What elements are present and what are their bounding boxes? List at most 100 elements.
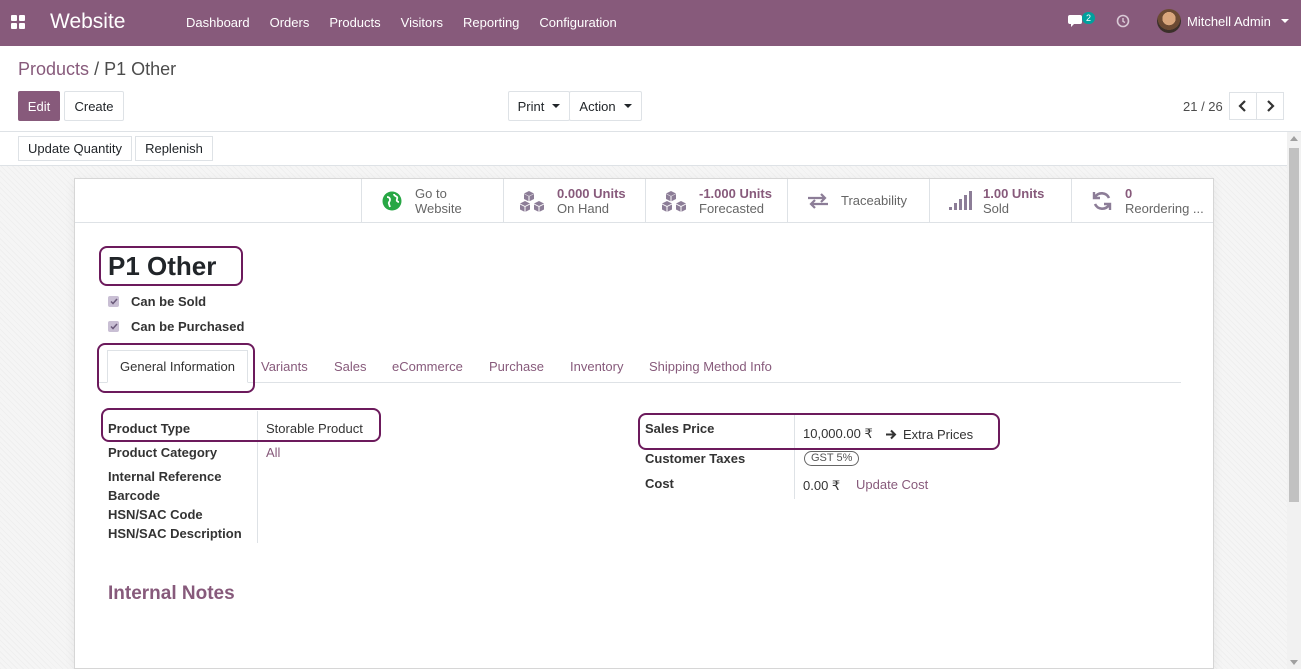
website-line2: Website (415, 200, 462, 216)
sales-price-field[interactable]: 10,000.00 ₹ (803, 426, 873, 442)
chevron-down-icon (623, 104, 632, 108)
can-be-purchased-label: Can be Purchased (131, 319, 245, 334)
arrow-right-icon (886, 429, 897, 440)
forecasted-button[interactable]: -1.000 Units Forecasted (645, 179, 787, 222)
tabs-divider (99, 382, 1181, 383)
globe-icon (382, 191, 402, 210)
customer-taxes-label: Customer Taxes (645, 451, 746, 466)
breadcrumb-products[interactable]: Products (18, 59, 89, 79)
user-menu[interactable]: Mitchell Admin (1157, 9, 1289, 33)
clock-icon (1116, 14, 1130, 28)
refresh-icon (1092, 191, 1112, 210)
cost-label: Cost (645, 476, 674, 491)
tab-general-information[interactable]: General Information (107, 350, 248, 383)
replenish-button[interactable]: Replenish (135, 136, 213, 161)
chevron-down-icon (1280, 19, 1289, 23)
user-name: Mitchell Admin (1187, 13, 1271, 29)
can-be-sold-label: Can be Sold (131, 294, 207, 309)
cubes-icon (520, 190, 544, 212)
menu-item-reporting[interactable]: Reporting (463, 15, 519, 30)
tab-variants[interactable]: Variants (261, 359, 308, 374)
product-category-field[interactable]: All (266, 445, 280, 460)
hsn-code-label: HSN/SAC Code (108, 507, 203, 522)
pager-next-button[interactable] (1256, 92, 1284, 120)
reordering-value: 0 (1125, 185, 1133, 201)
messaging-button[interactable]: 2 (1068, 12, 1098, 34)
internal-reference-label: Internal Reference (108, 469, 222, 484)
scrollbar[interactable] (1287, 132, 1301, 669)
can-be-sold-row: Can be Sold (108, 294, 206, 309)
create-button[interactable]: Create (64, 91, 124, 121)
signal-bars-icon (949, 190, 972, 210)
tab-inventory[interactable]: Inventory (570, 359, 623, 374)
tab-ecommerce[interactable]: eCommerce (392, 359, 463, 374)
on-hand-button[interactable]: 0.000 Units On Hand (503, 179, 645, 222)
go-to-website-button[interactable]: Go to Website (361, 179, 503, 222)
can-be-sold-checkbox[interactable] (108, 296, 119, 307)
forecasted-value: -1.000 Units (699, 185, 772, 201)
reordering-label: Reordering ... (1125, 200, 1204, 216)
tab-purchase[interactable]: Purchase (489, 359, 544, 374)
action-label: Action (579, 98, 616, 114)
chevron-left-icon (1238, 100, 1246, 112)
print-label: Print (517, 98, 545, 114)
menu-item-orders[interactable]: Orders (270, 15, 310, 30)
internal-notes-title: Internal Notes (108, 583, 235, 604)
edit-button[interactable]: Edit (18, 91, 60, 121)
smart-buttons: Go to Website 0.000 Units On Hand -1.000 U… (75, 179, 1213, 223)
traceability-label: Traceability (841, 193, 907, 208)
sold-value: 1.00 Units (983, 185, 1045, 201)
pager-previous-button[interactable] (1229, 92, 1257, 120)
sold-label: Sold (983, 200, 1010, 216)
barcode-label: Barcode (108, 488, 161, 503)
check-icon (109, 323, 118, 330)
extra-prices-button[interactable]: Extra Prices (885, 427, 973, 442)
menu-item-visitors[interactable]: Visitors (401, 15, 443, 30)
website-line1: Go to (415, 185, 447, 201)
scroll-down-arrow-icon[interactable] (1290, 660, 1298, 665)
app-brand[interactable]: Website (50, 10, 125, 34)
cubes-icon (662, 190, 686, 212)
hsn-description-label: HSN/SAC Description (108, 526, 242, 541)
sold-button[interactable]: 1.00 Units Sold (929, 179, 1071, 222)
chat-count-badge: 2 (1082, 12, 1096, 24)
menu-item-configuration[interactable]: Configuration (539, 15, 616, 30)
customer-tax-badge[interactable]: GST 5% (804, 451, 860, 466)
right-group-divider (794, 415, 795, 499)
apps-menu-icon[interactable] (11, 15, 25, 29)
product-type-field[interactable]: Storable Product (266, 421, 363, 436)
update-quantity-button[interactable]: Update Quantity (18, 136, 132, 161)
print-dropdown[interactable]: Print (508, 91, 570, 121)
menu-item-products[interactable]: Products (329, 15, 380, 30)
pager-value[interactable]: 21 / 26 (1183, 99, 1223, 114)
activity-button[interactable] (1116, 14, 1130, 31)
cost-field[interactable]: 0.00 ₹ (803, 478, 840, 494)
breadcrumb-current: P1 Other (104, 59, 177, 79)
can-be-purchased-row: Can be Purchased (108, 319, 244, 334)
form-sheet: Go to Website 0.000 Units On Hand -1.000 U… (74, 178, 1214, 669)
tab-shipping-method-info[interactable]: Shipping Method Info (649, 359, 772, 374)
extra-prices-label: Extra Prices (903, 427, 974, 442)
can-be-purchased-checkbox[interactable] (108, 321, 119, 332)
chevron-down-icon (552, 104, 561, 108)
on-hand-label: On Hand (557, 200, 610, 216)
scroll-up-arrow-icon[interactable] (1290, 136, 1298, 141)
sales-price-label: Sales Price (645, 421, 715, 436)
avatar (1157, 9, 1181, 33)
on-hand-value: 0.000 Units (557, 185, 626, 201)
reordering-button[interactable]: 0 Reordering ... (1071, 179, 1213, 222)
update-cost-button[interactable]: Update Cost (856, 477, 928, 492)
check-icon (109, 298, 118, 305)
top-navbar: Website Dashboard Orders Products Visito… (0, 0, 1301, 46)
action-dropdown[interactable]: Action (569, 91, 642, 121)
breadcrumb: Products / P1 Other (18, 59, 176, 80)
chevron-right-icon (1267, 100, 1275, 112)
exchange-icon (808, 192, 828, 209)
scrollbar-thumb[interactable] (1289, 148, 1299, 502)
product-name-field[interactable]: P1 Other (108, 251, 216, 282)
menu-item-dashboard[interactable]: Dashboard (186, 15, 250, 30)
product-category-label: Product Category (108, 445, 218, 460)
traceability-button[interactable]: Traceability (787, 179, 929, 222)
main-menu: Dashboard Orders Products Visitors Repor… (186, 15, 617, 30)
tab-sales[interactable]: Sales (334, 359, 367, 374)
